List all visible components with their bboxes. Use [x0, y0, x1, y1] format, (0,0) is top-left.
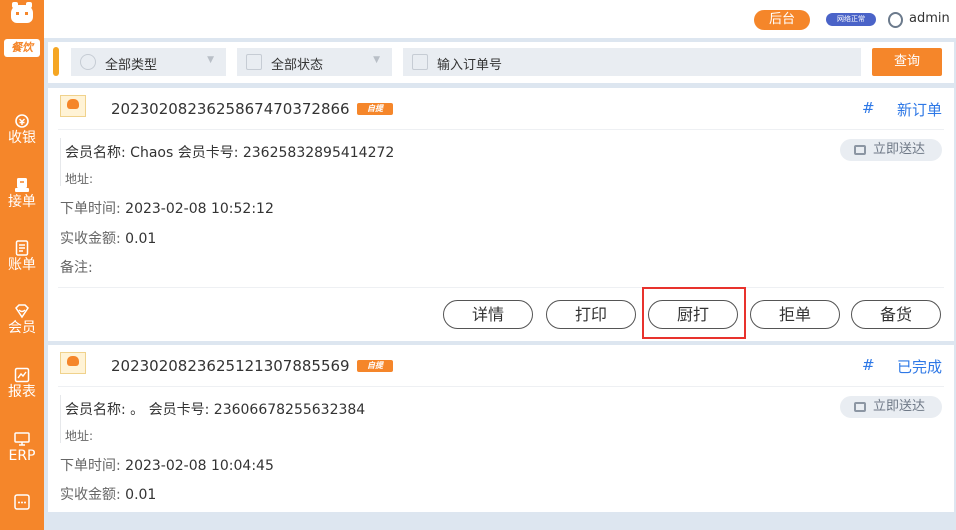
- receive-order-icon: [15, 178, 29, 192]
- order-time-row: 下单时间: 2023-02-08 10:04:45: [60, 455, 274, 475]
- sidebar-item-label: 会员: [8, 320, 36, 336]
- network-status-badge: 网络正常: [826, 13, 876, 26]
- order-number-input[interactable]: 输入订单号: [403, 48, 861, 76]
- query-button[interactable]: 查询: [872, 48, 942, 76]
- address-label: 地址:: [65, 172, 94, 186]
- order-time-value: 2023-02-08 10:04:45: [125, 458, 274, 474]
- order-number-icon: [412, 54, 428, 70]
- order-status: 新订单: [896, 101, 942, 119]
- deliver-now-button[interactable]: 立即送达: [840, 139, 942, 161]
- order-number-placeholder: 输入订单号: [437, 58, 503, 73]
- sidebar-item-erp[interactable]: ERP: [0, 431, 44, 464]
- highlight-box: [642, 287, 746, 339]
- order-status-value: 全部状态: [271, 58, 324, 73]
- truck-icon: [854, 402, 866, 412]
- member-info: 会员名称: Chaos 会员卡号: 23625832895414272: [65, 145, 395, 161]
- order-number: 20230208236251213078855​69: [111, 357, 350, 375]
- divider: [58, 129, 944, 130]
- print-button[interactable]: 打印: [546, 300, 636, 329]
- order-time-row: 下单时间: 2023-02-08 10:52:12: [60, 198, 274, 218]
- amount-value: 0.01: [125, 487, 157, 503]
- deliver-now-button[interactable]: 立即送达: [840, 396, 942, 418]
- deliver-now-label: 立即送达: [873, 399, 926, 414]
- divider: [58, 386, 944, 387]
- sidebar-item-label: 收银: [8, 130, 36, 146]
- order-card: 20230208236251213078855​69 自提 # 已完成 会员名称…: [48, 345, 954, 512]
- member-icon: [15, 304, 29, 319]
- sidebar-item-label: ERP: [8, 448, 36, 464]
- member-info: 会员名称: 。 会员卡号: 23606678255632384: [65, 402, 366, 418]
- amount-label: 实收金额:: [60, 487, 121, 503]
- truck-icon: [854, 145, 866, 155]
- chevron-down-icon: ▼: [373, 55, 380, 65]
- amount-row: 实收金额: 0.01: [60, 228, 156, 248]
- app-logo: 餐饮: [0, 0, 44, 60]
- sidebar-item-bill[interactable]: 账单: [0, 240, 44, 273]
- status-icon: [246, 54, 262, 70]
- sidebar-item-report[interactable]: 报表: [0, 367, 44, 400]
- order-card: 20230208236258674703728​66 自提 # 新订单 会员名称…: [48, 88, 954, 341]
- order-time-label: 下单时间:: [60, 458, 121, 474]
- sidebar-item-more[interactable]: [0, 494, 44, 510]
- sidebar-item-label: 报表: [8, 384, 36, 400]
- type-icon: [80, 54, 96, 70]
- sidebar-item-cashier[interactable]: 收银: [0, 113, 44, 146]
- order-number: 20230208236258674703728​66: [111, 100, 350, 118]
- remark-label: 备注:: [60, 260, 93, 276]
- order-hash: #: [862, 356, 875, 374]
- details-button[interactable]: 详情: [443, 300, 533, 329]
- bill-icon: [15, 240, 29, 256]
- remark-row: 备注:: [60, 257, 93, 277]
- sidebar: 餐饮 收银 接单 账单 会员 报表 ERP: [0, 0, 44, 530]
- store-thumbnail: [60, 95, 86, 117]
- divider: [60, 138, 61, 186]
- sidebar-item-receive-order[interactable]: 接单: [0, 177, 44, 210]
- sidebar-item-label: 账单: [8, 257, 36, 273]
- address-label: 地址:: [65, 429, 94, 443]
- order-status-select[interactable]: 全部状态 ▼: [237, 48, 392, 76]
- deliver-now-label: 立即送达: [873, 142, 926, 157]
- divider: [58, 287, 944, 288]
- order-time-label: 下单时间:: [60, 201, 121, 217]
- order-hash: #: [862, 99, 875, 117]
- admin-backend-button[interactable]: 后台: [754, 10, 810, 30]
- avatar[interactable]: [888, 12, 903, 28]
- logo-tag: 餐饮: [4, 39, 40, 57]
- erp-icon: [14, 432, 30, 446]
- amount-row: 实收金额: 0.01: [60, 484, 156, 504]
- order-status: 已完成: [896, 358, 942, 376]
- reject-order-button[interactable]: 拒单: [750, 300, 840, 329]
- pickup-badge: 自提: [357, 360, 393, 372]
- sidebar-item-member[interactable]: 会员: [0, 303, 44, 336]
- order-type-select[interactable]: 全部类型 ▼: [71, 48, 226, 76]
- order-time-value: 2023-02-08 10:52:12: [125, 201, 274, 217]
- order-type-value: 全部类型: [105, 58, 158, 73]
- prepare-goods-button[interactable]: 备货: [851, 300, 941, 329]
- top-bar: [44, 0, 956, 38]
- report-icon: [14, 367, 30, 383]
- more-icon: [14, 494, 30, 510]
- chevron-down-icon: ▼: [207, 55, 214, 65]
- amount-value: 0.01: [125, 231, 157, 247]
- divider: [60, 395, 61, 443]
- store-thumbnail: [60, 352, 86, 374]
- cashier-icon: [15, 114, 29, 128]
- username[interactable]: admin: [909, 11, 950, 26]
- sidebar-item-label: 接单: [8, 194, 36, 210]
- amount-label: 实收金额:: [60, 231, 121, 247]
- pickup-badge: 自提: [357, 103, 393, 115]
- filter-accent-bar: [53, 47, 59, 76]
